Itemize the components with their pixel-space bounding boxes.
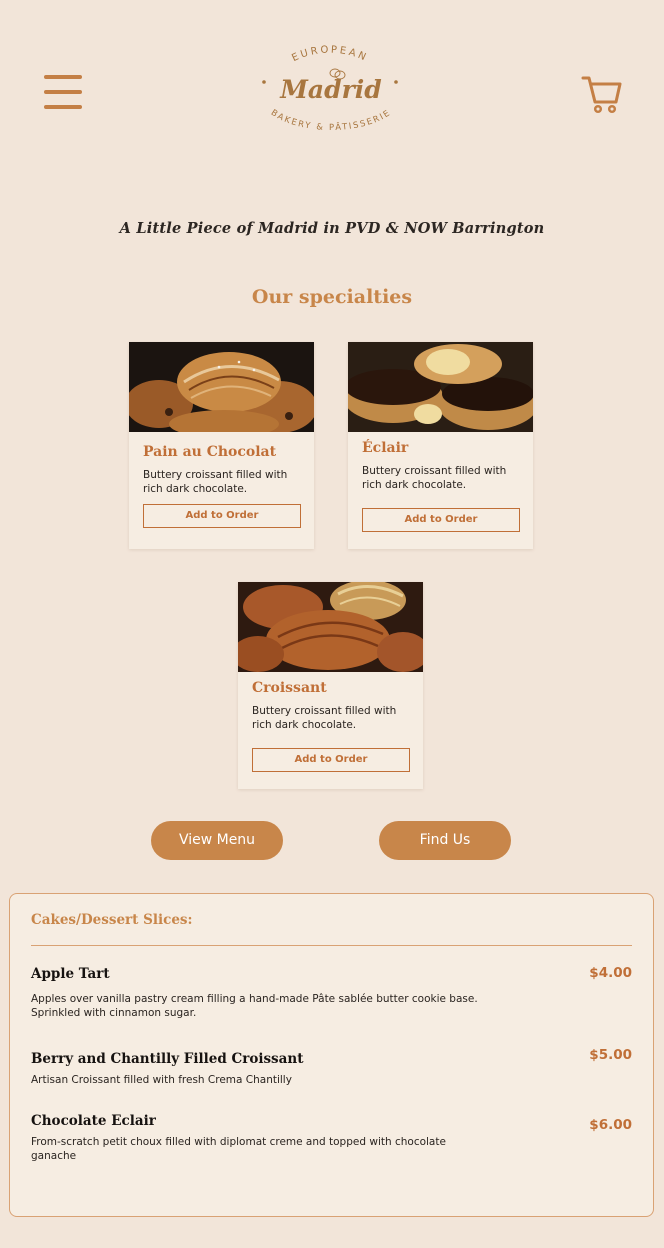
menu-item-name: Berry and Chantilly Filled Croissant xyxy=(31,1051,304,1067)
card-description: Buttery croissant filled with rich dark … xyxy=(362,465,507,491)
menu-panel: Cakes/Dessert Slices: Apple Tart $4.00 A… xyxy=(9,893,654,1217)
menu-item-berry-chantilly-croissant[interactable]: Berry and Chantilly Filled Croissant $5.… xyxy=(31,1047,632,1087)
card-body: Croissant Buttery croissant filled with … xyxy=(238,672,423,732)
madrid-logo[interactable]: EUROPEAN Madrid BAKERY & PÂTISSERIE xyxy=(250,42,410,142)
find-us-button[interactable]: Find Us xyxy=(379,821,511,860)
menu-item-description: Apples over vanilla pastry cream filling… xyxy=(31,993,478,1019)
menu-item-description: Artisan Croissant filled with fresh Crem… xyxy=(31,1074,292,1086)
card-body: Éclair Buttery croissant filled with ric… xyxy=(348,432,533,492)
specialty-card-croissant: Croissant Buttery croissant filled with … xyxy=(238,582,423,789)
menu-item-name: Apple Tart xyxy=(31,966,110,982)
hamburger-menu-icon[interactable] xyxy=(44,75,82,109)
menu-item-price: $5.00 xyxy=(589,1047,632,1063)
specialties-title: Our specialties xyxy=(251,286,413,308)
svg-text:Madrid: Madrid xyxy=(279,75,382,104)
menu-item-chocolate-eclair[interactable]: Chocolate Eclair $6.00 From-scratch peti… xyxy=(31,1113,632,1163)
svg-text:BAKERY & PÂTISSERIE: BAKERY & PÂTISSERIE xyxy=(269,108,393,133)
header: EUROPEAN Madrid BAKERY & PÂTISSERIE xyxy=(0,0,664,170)
hamburger-line xyxy=(44,75,82,79)
card-title: Pain au Chocolat xyxy=(143,444,277,460)
card-title: Croissant xyxy=(252,680,327,696)
menu-item-description: From-scratch petit choux filled with dip… xyxy=(31,1136,446,1162)
view-menu-button[interactable]: View Menu xyxy=(151,821,283,860)
shopping-cart-icon[interactable] xyxy=(580,74,624,114)
tagline: A Little Piece of Madrid in PVD & NOW Ba… xyxy=(119,220,545,237)
menu-divider xyxy=(31,945,632,946)
hamburger-line xyxy=(44,105,82,109)
specialty-card-pain-au-chocolat: Pain au Chocolat Buttery croissant fille… xyxy=(129,342,314,549)
card-title: Éclair xyxy=(362,440,409,456)
add-to-order-button[interactable]: Add to Order xyxy=(362,508,520,532)
add-to-order-button[interactable]: Add to Order xyxy=(252,748,410,772)
svg-text:EUROPEAN: EUROPEAN xyxy=(290,45,369,65)
menu-item-price: $6.00 xyxy=(589,1117,632,1133)
eclair-photo xyxy=(348,342,533,432)
card-description: Buttery croissant filled with rich dark … xyxy=(143,469,288,495)
menu-item-name: Chocolate Eclair xyxy=(31,1113,156,1129)
pain-au-chocolat-photo xyxy=(129,342,314,432)
menu-item-price: $4.00 xyxy=(589,965,632,981)
hamburger-line xyxy=(44,90,82,94)
card-body: Pain au Chocolat Buttery croissant fille… xyxy=(129,432,314,496)
menu-item-apple-tart[interactable]: Apple Tart $4.00 Apples over vanilla pas… xyxy=(31,965,632,1020)
menu-category-heading: Cakes/Dessert Slices: xyxy=(31,912,193,928)
card-description: Buttery croissant filled with rich dark … xyxy=(252,705,397,731)
croissant-photo xyxy=(238,582,423,672)
add-to-order-button[interactable]: Add to Order xyxy=(143,504,301,528)
specialty-card-eclair: Éclair Buttery croissant filled with ric… xyxy=(348,342,533,549)
